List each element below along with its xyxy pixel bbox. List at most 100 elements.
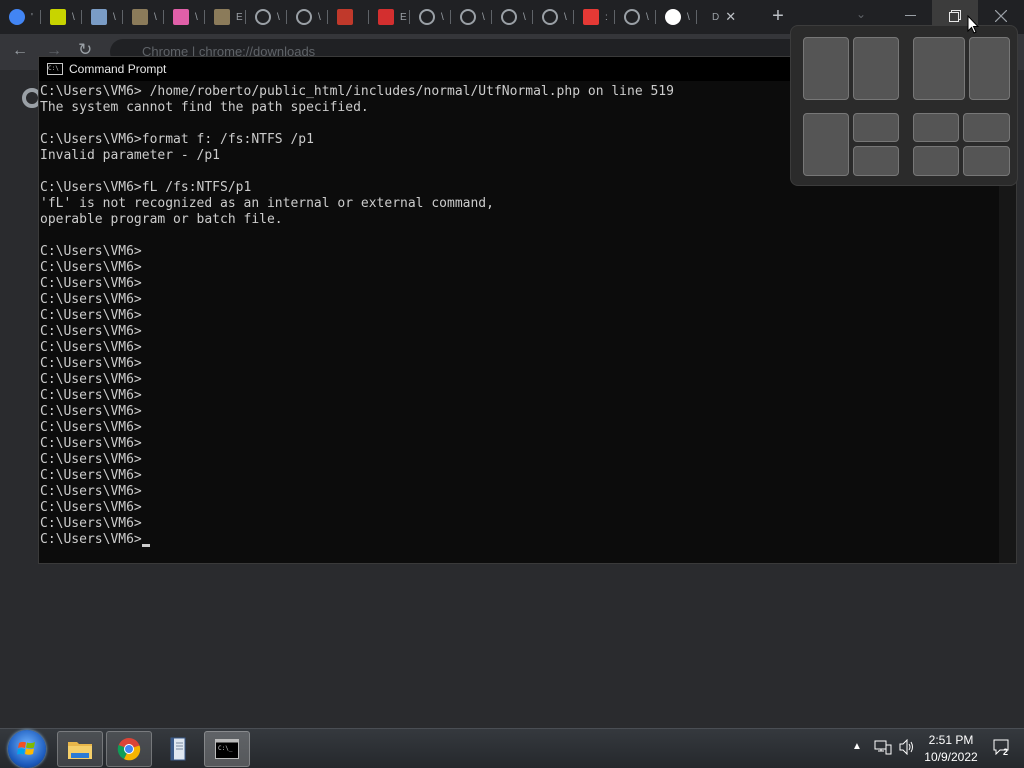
snap-zone-top-right-quadrant[interactable] [963, 113, 1010, 142]
start-button[interactable] [8, 730, 46, 768]
site-icon [214, 9, 230, 25]
browser-tab[interactable]: \ [82, 0, 123, 34]
taskbar-notebook[interactable] [155, 731, 201, 767]
back-icon[interactable]: ← [12, 42, 28, 60]
console-line-text: C:\Users\VM6> [40, 292, 142, 307]
console-line: C:\Users\VM6> [40, 452, 999, 468]
snap-zone-right-one-third[interactable] [969, 37, 1010, 100]
browser-tab[interactable]: \ [492, 0, 533, 34]
console-line: C:\Users\VM6> [40, 276, 999, 292]
snap-zone-top-left-quadrant[interactable] [913, 113, 959, 142]
console-line-text: C:\Users\VM6> [40, 420, 142, 435]
snap-zone-left[interactable] [803, 113, 849, 176]
terminal-icon: C:\_ [215, 739, 239, 759]
globe-icon [460, 9, 476, 25]
tab-title: \ [523, 11, 526, 23]
console-line: C:\Users\VM6> [40, 308, 999, 324]
browser-tab[interactable]: \ [123, 0, 164, 34]
action-center-icon[interactable] [993, 739, 1011, 755]
tab-title: E [236, 11, 243, 23]
snap-zone-left-half[interactable] [803, 37, 849, 100]
console-line: C:\Users\VM6> [40, 244, 999, 260]
close-tab-icon[interactable]: ✕ [725, 9, 736, 25]
console-line-text: Invalid parameter - /p1 [40, 148, 221, 163]
console-line: C:\Users\VM6> [40, 260, 999, 276]
browser-tab[interactable]: \ [287, 0, 328, 34]
show-hidden-icons-button[interactable]: ▲ [852, 741, 862, 752]
site-icon [132, 9, 148, 25]
browser-tab[interactable]: \ [164, 0, 205, 34]
volume-icon[interactable] [898, 739, 916, 755]
snap-zone-bottom-right[interactable] [853, 146, 899, 176]
clock-date: 10/9/2022 [924, 750, 978, 764]
browser-tab[interactable]: \ [410, 0, 451, 34]
network-icon[interactable] [874, 739, 892, 755]
minimize-icon [904, 15, 916, 16]
browser-tab[interactable] [328, 0, 369, 34]
chrome-icon [117, 738, 141, 761]
taskbar-chrome[interactable] [106, 731, 152, 767]
console-line-text: 'fL' is not recognized as an internal or… [40, 196, 494, 211]
snap-layouts-flyout [790, 25, 1018, 186]
console-line: C:\Users\VM6> [40, 420, 999, 436]
console-line-text: C:\Users\VM6> [40, 324, 142, 339]
console-line-text: C:\Users\VM6> [40, 516, 142, 531]
console-line: C:\Users\VM6> [40, 532, 999, 548]
browser-tab[interactable]: : [574, 0, 615, 34]
console-line-text: C:\Users\VM6> [40, 308, 142, 323]
site-icon [173, 9, 189, 25]
snap-zone-right-half[interactable] [853, 37, 899, 100]
site-icon [583, 9, 599, 25]
console-line-text: The system cannot find the path specifie… [40, 100, 369, 115]
console-line-text: C:\Users\VM6> [40, 388, 142, 403]
clock-time: 2:51 PM [928, 733, 974, 747]
tab-title: \ [564, 11, 567, 23]
browser-tab[interactable]: \ [615, 0, 656, 34]
taskbar-explorer[interactable] [57, 731, 103, 767]
console-line-text: C:\Users\VM6> [40, 356, 142, 371]
book-icon [170, 737, 186, 761]
taskbar-clock[interactable]: 2:51 PM 10/9/2022 [920, 732, 982, 766]
console-line: C:\Users\VM6> [40, 436, 999, 452]
snap-zone-bottom-left-quadrant[interactable] [913, 146, 959, 176]
browser-tab[interactable]: ' [0, 0, 41, 34]
console-line-text: C:\Users\VM6>fL /fs:NTFS/p1 [40, 180, 252, 195]
console-line: C:\Users\VM6> [40, 340, 999, 356]
tab-title: \ [195, 11, 198, 23]
snap-zone-left-two-thirds[interactable] [913, 37, 965, 100]
svg-text:C:\_: C:\_ [218, 745, 233, 752]
console-line-text: operable program or batch file. [40, 212, 283, 227]
console-line: C:\Users\VM6> [40, 484, 999, 500]
globe-icon [296, 9, 312, 25]
browser-tab[interactable]: \ [246, 0, 287, 34]
snap-zone-top-right[interactable] [853, 113, 899, 142]
browser-tab[interactable]: \ [656, 0, 697, 34]
text-cursor [141, 544, 150, 547]
new-tab-button[interactable]: + [768, 6, 788, 26]
browser-tab[interactable]: \ [451, 0, 492, 34]
console-line: C:\Users\VM6> [40, 404, 999, 420]
console-line-text: C:\Users\VM6> [40, 500, 142, 515]
globe-icon [501, 9, 517, 25]
tab-search-button[interactable]: ⌄ [856, 7, 866, 21]
browser-tab[interactable]: E [369, 0, 410, 34]
console-line-text: C:\Users\VM6> [40, 372, 142, 387]
tab-title: \ [441, 11, 444, 23]
console-line: C:\Users\VM6> [40, 292, 999, 308]
browser-tab[interactable]: \ [41, 0, 82, 34]
browser-tab[interactable]: D ✕ [697, 0, 743, 34]
browser-tab[interactable]: \ [533, 0, 574, 34]
console-line-text: C:\Users\VM6> [40, 244, 142, 259]
snap-zone-bottom-right-quadrant[interactable] [963, 146, 1010, 176]
taskbar-command-prompt[interactable]: C:\_ [204, 731, 250, 767]
browser-tab[interactable]: E [205, 0, 246, 34]
windows-logo-icon [17, 741, 35, 755]
tab-title: \ [113, 11, 116, 23]
window-title: Command Prompt [69, 62, 167, 76]
console-line-text: C:\Users\VM6> [40, 468, 142, 483]
tab-title: \ [72, 11, 75, 23]
tab-title: \ [482, 11, 485, 23]
console-line-text: C:\Users\VM6> [40, 276, 142, 291]
site-icon [337, 9, 353, 25]
